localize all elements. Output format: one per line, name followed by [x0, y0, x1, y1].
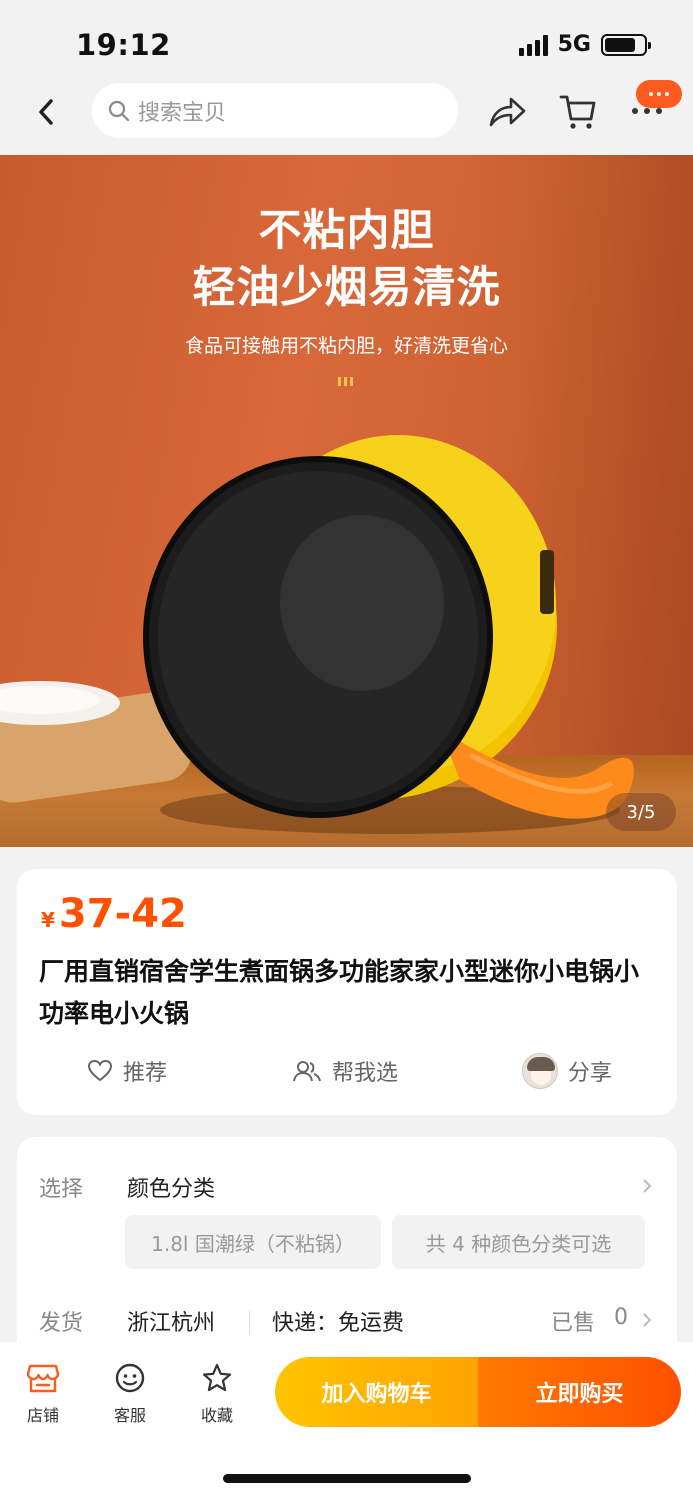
bottom-action-bar: 店铺 客服 收藏 加入购物车 立即购买: [0, 1342, 693, 1500]
add-to-cart-button[interactable]: 加入购物车: [275, 1357, 478, 1427]
service-face-icon: [115, 1363, 145, 1393]
share-product-button[interactable]: 分享: [522, 1047, 612, 1095]
shop-icon: [26, 1364, 60, 1393]
sold-label: 已售: [551, 1311, 596, 1336]
hero-title-line2: 轻油少烟易清洗: [192, 263, 501, 313]
people-icon: [293, 1061, 321, 1082]
home-indicator: [223, 1474, 471, 1483]
price-card: ¥ 37-42 厂用直销宿舍学生煮面锅多功能家家小型迷你小电锅小功率电小火锅 推…: [17, 869, 677, 1115]
product-detail-page: 19:12 5G 搜索宝贝 不粘内胆 轻油少烟易清洗 食品可接触用不粘内胆，好清…: [0, 0, 693, 1500]
recommend-label: 推荐: [123, 1061, 168, 1086]
heart-icon: [87, 1059, 113, 1082]
recommend-button[interactable]: 推荐: [87, 1047, 167, 1095]
action-row: 推荐 帮我选 分享: [17, 1047, 677, 1095]
cta-group: 加入购物车 立即购买: [275, 1357, 681, 1427]
share-label: 分享: [568, 1061, 613, 1086]
hero-subtitle: 食品可接触用不粘内胆，好清洗更省心: [184, 335, 508, 357]
buy-now-button[interactable]: 立即购买: [478, 1357, 681, 1427]
cart-icon: [559, 95, 596, 129]
favorite-tab[interactable]: 收藏: [187, 1362, 247, 1426]
select-value: 颜色分类: [127, 1177, 216, 1202]
price-range: 37-42: [58, 891, 187, 937]
chevron-right-icon: [643, 1179, 652, 1193]
status-time: 19:12: [76, 28, 171, 62]
more-button[interactable]: [628, 80, 684, 140]
share-button[interactable]: [485, 90, 529, 134]
ship-from: 浙江杭州: [127, 1311, 216, 1336]
color-option-chip[interactable]: 1.8l 国潮绿（不粘锅）: [125, 1215, 381, 1269]
share-arrow-icon: [489, 97, 526, 127]
back-button[interactable]: [28, 94, 64, 130]
shop-tab[interactable]: 店铺: [13, 1362, 73, 1426]
search-icon: [108, 100, 130, 121]
help-choose-label: 帮我选: [332, 1061, 399, 1086]
service-tab[interactable]: 客服: [100, 1362, 160, 1426]
color-count-chip[interactable]: 共 4 种颜色分类可选: [392, 1215, 645, 1269]
star-icon: [202, 1363, 232, 1392]
select-label: 选择: [39, 1177, 84, 1202]
hero-title-line1: 不粘内胆: [258, 206, 435, 256]
price: ¥ 37-42: [41, 891, 187, 937]
currency-symbol: ¥: [41, 908, 55, 932]
status-bar: 19:12 5G: [0, 0, 693, 80]
shop-label: 店铺: [26, 1406, 59, 1425]
spec-card: 选择 颜色分类 1.8l 国潮绿（不粘锅） 共 4 种颜色分类可选 发货 浙江杭…: [17, 1137, 677, 1367]
hero-marker-icon: [338, 377, 353, 386]
shipping-row[interactable]: 发货 浙江杭州 快递：免运费 已售 0: [17, 1305, 677, 1341]
chevron-right-icon: [643, 1313, 652, 1327]
help-choose-button[interactable]: 帮我选: [292, 1047, 398, 1095]
divider: [249, 1311, 250, 1335]
service-label: 客服: [113, 1406, 146, 1425]
product-title: 厂用直销宿舍学生煮面锅多功能家家小型迷你小电锅小功率电小火锅: [39, 957, 640, 1028]
express-fee: 快递：免运费: [272, 1311, 405, 1336]
more-icon: [636, 80, 682, 108]
avatar: [522, 1053, 558, 1089]
signal-icon: [518, 34, 548, 56]
battery-icon: [601, 33, 651, 56]
search-input[interactable]: 搜索宝贝: [92, 83, 458, 138]
top-nav: 搜索宝贝: [0, 80, 693, 155]
network-type: 5G: [557, 32, 591, 57]
sold-count: 0: [614, 1305, 628, 1330]
more-dots-icon: [632, 108, 662, 114]
carousel-page-indicator: 3/5: [606, 793, 676, 831]
hero-title: 不粘内胆 轻油少烟易清洗: [0, 203, 693, 317]
cart-button[interactable]: [556, 90, 600, 134]
product-image-carousel[interactable]: 不粘内胆 轻油少烟易清洗 食品可接触用不粘内胆，好清洗更省心 3/5: [0, 155, 693, 847]
favorite-label: 收藏: [200, 1406, 233, 1425]
chevron-left-icon: [39, 99, 53, 125]
search-placeholder: 搜索宝贝: [138, 100, 227, 126]
ship-label: 发货: [39, 1311, 84, 1336]
status-indicators: 5G: [518, 32, 651, 57]
